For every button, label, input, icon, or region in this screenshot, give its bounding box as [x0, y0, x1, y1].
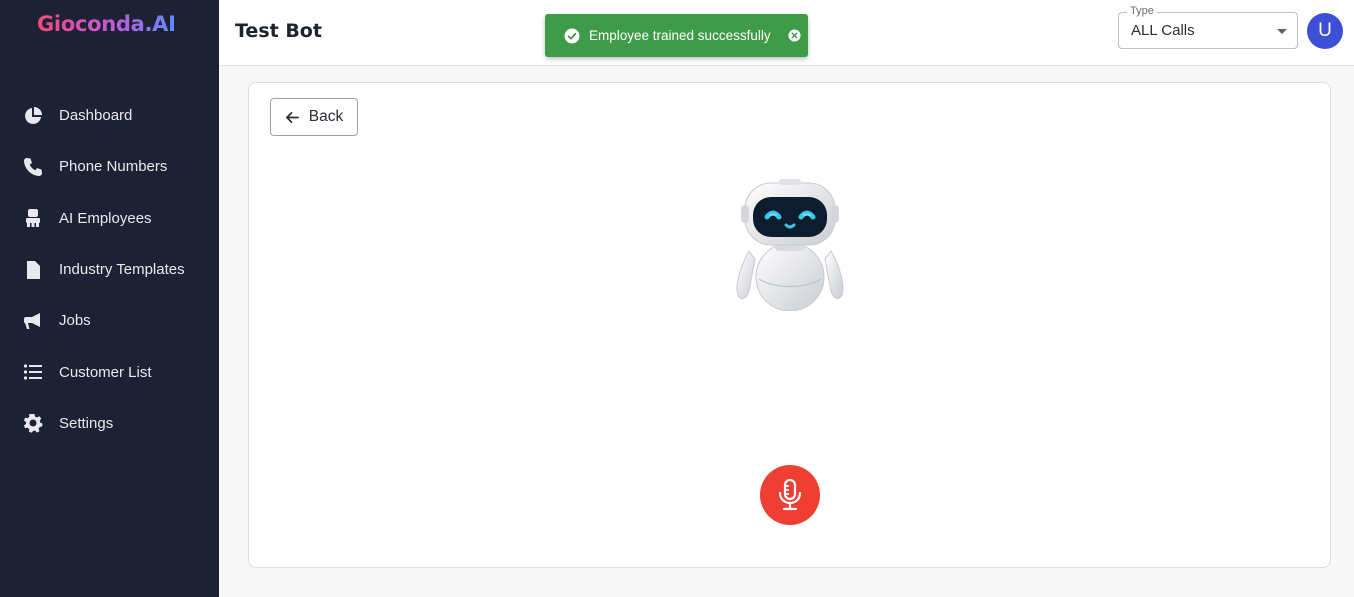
app-logo[interactable]: Gioconda.AI: [37, 12, 176, 36]
sidebar-nav: Dashboard Phone Numbers AI Employees Ind…: [0, 90, 219, 449]
pie-chart-icon: [22, 105, 44, 127]
sidebar-item-ai-employees[interactable]: AI Employees: [0, 193, 219, 244]
type-select[interactable]: Type ALL Calls: [1118, 5, 1298, 49]
page-title: Test Bot: [235, 20, 322, 42]
megaphone-icon: [22, 310, 44, 332]
sidebar-item-dashboard[interactable]: Dashboard: [0, 90, 219, 141]
sidebar: Gioconda.AI Dashboard Phone Numbers AI E…: [0, 0, 219, 597]
microphone-icon: [778, 479, 802, 511]
back-button[interactable]: Back: [270, 98, 358, 136]
sidebar-item-industry-templates[interactable]: Industry Templates: [0, 244, 219, 295]
microphone-button[interactable]: [760, 465, 820, 525]
top-bar: Test Bot Employee trained successfully T…: [219, 0, 1354, 66]
sidebar-item-settings[interactable]: Settings: [0, 398, 219, 449]
sidebar-item-phone-numbers[interactable]: Phone Numbers: [0, 141, 219, 192]
chevron-down-icon: [1277, 29, 1287, 34]
check-circle-icon: [564, 28, 580, 43]
avatar[interactable]: U: [1307, 13, 1343, 49]
back-button-label: Back: [308, 108, 344, 125]
bot-test-panel: Back: [248, 82, 1331, 568]
file-icon: [22, 259, 44, 281]
sidebar-item-jobs[interactable]: Jobs: [0, 295, 219, 346]
type-select-label: Type: [1127, 5, 1157, 17]
success-toast: Employee trained successfully: [545, 14, 808, 57]
toast-message: Employee trained successfully: [589, 28, 771, 43]
close-icon[interactable]: [788, 29, 801, 42]
gear-icon: [22, 412, 44, 434]
sidebar-item-label: Phone Numbers: [59, 158, 168, 176]
sidebar-item-label: Settings: [59, 414, 114, 432]
phone-icon: [22, 156, 44, 178]
sidebar-item-label: Jobs: [59, 312, 91, 330]
robot-employee-icon: [22, 207, 44, 229]
arrow-left-icon: [285, 111, 299, 123]
list-icon: [22, 361, 44, 383]
sidebar-item-label: Customer List: [59, 363, 152, 381]
sidebar-item-customer-list[interactable]: Customer List: [0, 346, 219, 397]
sidebar-item-label: Industry Templates: [59, 261, 185, 279]
type-select-value: ALL Calls: [1131, 22, 1195, 39]
robot-avatar-image: [736, 179, 844, 311]
sidebar-item-label: AI Employees: [59, 209, 152, 227]
sidebar-item-label: Dashboard: [59, 107, 133, 125]
